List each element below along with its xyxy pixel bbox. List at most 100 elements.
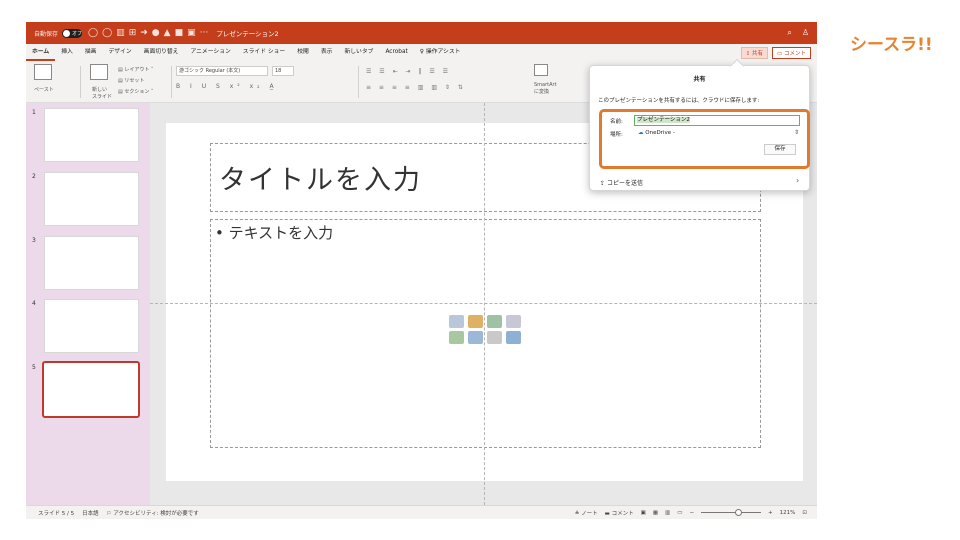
slideshow-view-icon[interactable]: ▭ xyxy=(677,510,682,516)
tab-new[interactable]: 新しいタブ xyxy=(338,44,379,61)
share-button[interactable]: ⇪ 共有 xyxy=(740,46,769,59)
chevron-updown-icon[interactable]: ⇕ xyxy=(794,129,799,136)
reset-button[interactable]: ▤ リセット xyxy=(118,77,144,84)
section-button[interactable]: ▤ セクション ˅ xyxy=(118,88,153,95)
tab-draw[interactable]: 描画 xyxy=(79,44,103,61)
tab-insert[interactable]: 挿入 xyxy=(55,44,79,61)
zoom-slider[interactable] xyxy=(701,509,762,516)
video-icon[interactable] xyxy=(487,331,502,344)
slide-thumbnail-pane: 1 2 3 4 5 xyxy=(26,103,150,505)
layout-button[interactable]: ▤ レイアウト ˅ xyxy=(118,66,153,73)
fit-slide-icon[interactable]: ⊡ xyxy=(802,510,807,516)
slide-thumbnail-1[interactable] xyxy=(44,108,139,162)
smartart-icon[interactable] xyxy=(487,315,502,328)
table-icon[interactable] xyxy=(449,315,464,328)
align-buttons[interactable]: ≡ ≡ ≡ ≡ ▥ ▥ ⇕ ⇅ xyxy=(366,84,466,91)
chart-icon[interactable]: ▥ xyxy=(116,28,125,38)
circle-shape-icon[interactable]: ◯ xyxy=(88,28,98,38)
file-name-input[interactable]: プレゼンテーション2 xyxy=(634,115,800,126)
smartart-button[interactable]: SmartArt に変換 xyxy=(534,64,557,95)
location-select[interactable]: ☁ OneDrive - xyxy=(638,130,675,136)
divider xyxy=(358,66,359,98)
thumbnail-number: 1 xyxy=(32,109,36,116)
file-name-value: プレゼンテーション2 xyxy=(637,117,690,123)
comment-button[interactable]: ▭ コメント xyxy=(772,46,811,59)
3d-model-icon[interactable] xyxy=(506,315,521,328)
quick-access-toolbar: ◯ ◯ ▥ ⊞ ➜ ● ▲ ■ ▣ ··· xyxy=(88,28,208,38)
horizontal-guide xyxy=(150,303,817,304)
popover-description: このプレゼンテーションを共有するには、クラウドに保存します: xyxy=(598,98,760,104)
picture-icon[interactable] xyxy=(449,331,464,344)
table-icon[interactable]: ⊞ xyxy=(129,28,137,38)
zoom-slider-knob[interactable] xyxy=(735,509,743,516)
send-copy-label: コピーを送信 xyxy=(606,180,643,187)
circle-fill-icon[interactable]: ● xyxy=(152,28,160,38)
autosave-toggle[interactable]: オフ xyxy=(62,28,82,38)
tab-transitions[interactable]: 画面切り替え xyxy=(138,44,185,61)
thumbnail-number: 4 xyxy=(32,300,36,307)
tab-review[interactable]: 校閲 xyxy=(291,44,315,61)
triangle-icon[interactable]: ▲ xyxy=(164,28,171,38)
more-icon[interactable]: ··· xyxy=(200,28,209,38)
title-bar: 自動保存 オフ ◯ ◯ ▥ ⊞ ➜ ● ▲ ■ ▣ ··· プレゼンテーション2… xyxy=(26,22,817,44)
chevron-right-icon[interactable]: › xyxy=(796,176,799,185)
tab-slideshow[interactable]: スライド ショー xyxy=(237,44,291,61)
new-slide-label: 新しい スライド xyxy=(92,87,113,100)
accessibility-label: アクセシビリティ: 検討が必要です xyxy=(113,510,199,517)
paste-group[interactable]: ペースト xyxy=(34,64,54,93)
slide-sorter-icon[interactable]: ▦ xyxy=(653,510,658,516)
icons-icon[interactable] xyxy=(506,331,521,344)
zoom-level[interactable]: 121% xyxy=(780,510,796,516)
slide-thumbnail-4[interactable] xyxy=(44,299,139,353)
normal-view-icon[interactable]: ▣ xyxy=(641,510,646,516)
send-copy-item[interactable]: ⇪ コピーを送信 xyxy=(600,178,643,187)
brand-logo: シースラ!! xyxy=(850,35,933,55)
tab-design[interactable]: デザイン xyxy=(102,44,137,61)
location-label: 場所: xyxy=(610,132,623,138)
accessibility-status[interactable]: ⚐ アクセシビリティ: 検討が必要です xyxy=(107,509,199,517)
list-buttons[interactable]: ☰ ☰ ⇤ ⇥ ‖ ☰ ☰ xyxy=(366,68,451,75)
tab-animations[interactable]: アニメーション xyxy=(184,44,236,61)
reset-label: リセット xyxy=(124,78,145,84)
smartart-label: SmartArt に変換 xyxy=(534,82,557,95)
tab-tell-me-label: 操作アシスト xyxy=(425,49,461,55)
body-placeholder[interactable]: • テキストを入力 xyxy=(210,219,761,448)
slide-thumbnail-5[interactable] xyxy=(42,361,140,418)
thumbnail-number: 2 xyxy=(32,173,36,180)
search-icon[interactable]: ⌕ xyxy=(787,28,791,38)
chart-icon[interactable] xyxy=(468,315,483,328)
online-picture-icon[interactable] xyxy=(468,331,483,344)
comment-button-label: コメント xyxy=(783,50,806,57)
ribbon-tabs: ホーム 挿入 描画 デザイン 画面切り替え アニメーション スライド ショー 校… xyxy=(26,44,817,61)
comments-button[interactable]: ▬ コメント xyxy=(605,509,634,517)
rectangle-icon[interactable]: ■ xyxy=(175,28,184,38)
text-format-buttons[interactable]: B I U S x² x₂ A̲ xyxy=(176,83,278,90)
reading-view-icon[interactable]: ▥ xyxy=(665,510,670,516)
tab-acrobat[interactable]: Acrobat xyxy=(379,44,413,61)
tab-tell-me[interactable]: ♀ 操作アシスト xyxy=(414,44,467,61)
tab-home[interactable]: ホーム xyxy=(26,44,56,61)
powerpoint-window: 自動保存 オフ ◯ ◯ ▥ ⊞ ➜ ● ▲ ■ ▣ ··· プレゼンテーション2… xyxy=(26,22,817,519)
slide-thumbnail-3[interactable] xyxy=(44,236,139,290)
notes-label: ノート xyxy=(581,510,598,517)
zoom-out-button[interactable]: − xyxy=(689,510,694,516)
divider xyxy=(80,66,81,98)
picture-icon[interactable]: ▣ xyxy=(187,28,196,38)
save-to-cloud-panel: 名前: プレゼンテーション2 場所: ☁ OneDrive - ⇕ 保存 xyxy=(599,109,810,169)
new-slide-button[interactable]: 新しい スライド xyxy=(90,64,112,100)
zoom-in-button[interactable]: + xyxy=(768,510,773,516)
profile-icon[interactable]: ♙ xyxy=(802,28,809,38)
clipboard-icon xyxy=(34,64,52,80)
save-button[interactable]: 保存 xyxy=(764,144,796,155)
language-indicator[interactable]: 日本語 xyxy=(82,509,99,517)
slide-thumbnail-2[interactable] xyxy=(44,172,139,226)
font-size-select[interactable]: 18 xyxy=(272,66,294,76)
comment-icon: ▬ xyxy=(604,510,612,517)
font-family-select[interactable]: 游ゴシック Regular (本文) xyxy=(176,66,268,76)
tab-view[interactable]: 表示 xyxy=(315,44,339,61)
circle-shape-icon[interactable]: ◯ xyxy=(102,28,112,38)
section-label: セクション xyxy=(124,89,150,95)
body-placeholder-text: • テキストを入力 xyxy=(215,224,334,242)
arrow-shape-icon[interactable]: ➜ xyxy=(140,28,148,38)
notes-button[interactable]: ≙ ノート xyxy=(575,509,598,517)
